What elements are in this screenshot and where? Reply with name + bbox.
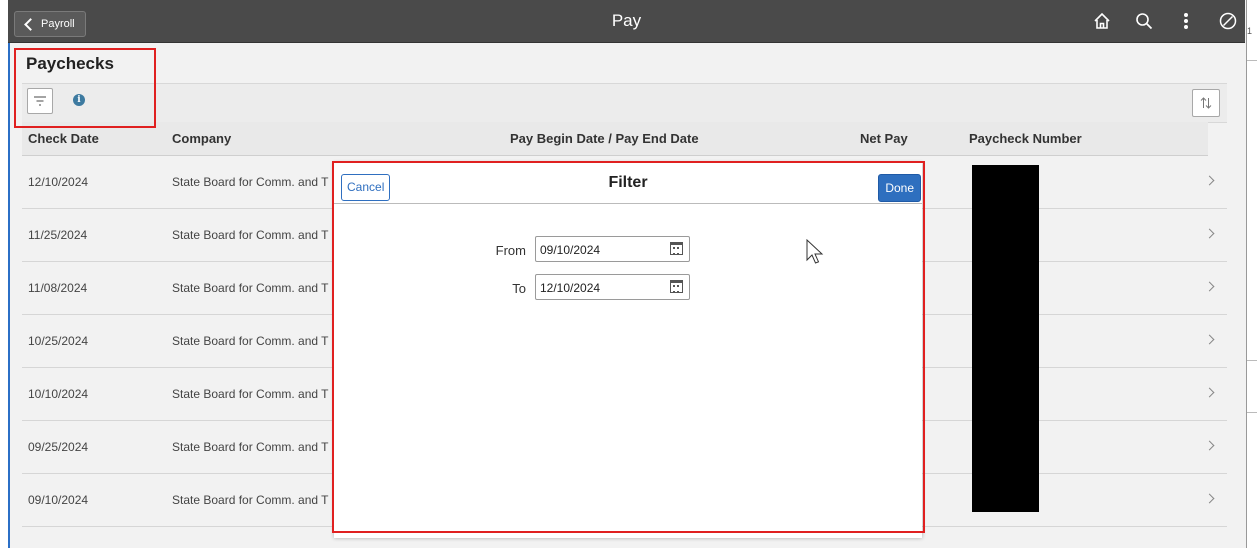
grid-header: Check Date Company Pay Begin Date / Pay … bbox=[22, 122, 1208, 156]
column-header-paycheck-number[interactable]: Paycheck Number bbox=[969, 131, 1082, 146]
chevron-right-icon bbox=[1204, 334, 1215, 345]
sort-icon bbox=[1200, 97, 1212, 109]
mouse-cursor-icon bbox=[806, 239, 824, 264]
grid-toolbar bbox=[22, 83, 1227, 123]
check-date-cell: 10/25/2024 bbox=[28, 334, 89, 348]
navbar-compass-icon[interactable] bbox=[1217, 10, 1239, 32]
chevron-right-icon bbox=[1204, 281, 1215, 292]
company-cell: State Board for Comm. and T bbox=[172, 493, 329, 507]
home-icon[interactable] bbox=[1091, 10, 1113, 32]
column-header-company[interactable]: Company bbox=[172, 131, 231, 146]
company-cell: State Board for Comm. and T bbox=[172, 281, 329, 295]
column-header-check-date[interactable]: Check Date bbox=[28, 131, 99, 146]
edge-divider bbox=[1247, 360, 1257, 361]
search-icon[interactable] bbox=[1133, 10, 1155, 32]
top-banner: Payroll Pay bbox=[8, 0, 1245, 43]
check-date-cell: 12/10/2024 bbox=[28, 175, 89, 189]
company-cell: State Board for Comm. and T bbox=[172, 334, 329, 348]
redacted-paycheck-numbers bbox=[972, 165, 1039, 512]
edge-mark: 1 bbox=[1247, 26, 1253, 36]
company-cell: State Board for Comm. and T bbox=[172, 228, 329, 242]
check-date-cell: 11/08/2024 bbox=[28, 281, 88, 295]
page-header-title: Pay bbox=[611, 11, 642, 30]
highlight-box bbox=[14, 48, 156, 128]
check-date-cell: 11/25/2024 bbox=[28, 228, 88, 242]
sort-button[interactable] bbox=[1192, 89, 1220, 117]
more-options-icon[interactable] bbox=[1175, 10, 1197, 32]
check-date-cell: 09/25/2024 bbox=[28, 440, 89, 454]
chevron-right-icon bbox=[1204, 228, 1215, 239]
check-date-cell: 10/10/2024 bbox=[28, 387, 89, 401]
company-cell: State Board for Comm. and T bbox=[172, 175, 329, 189]
chevron-right-icon bbox=[1204, 387, 1215, 398]
check-date-cell: 09/10/2024 bbox=[28, 493, 89, 507]
column-header-pay-period[interactable]: Pay Begin Date / Pay End Date bbox=[510, 131, 699, 146]
chevron-right-icon bbox=[1204, 175, 1215, 186]
chevron-right-icon bbox=[1204, 493, 1215, 504]
column-header-net-pay[interactable]: Net Pay bbox=[860, 131, 908, 146]
company-cell: State Board for Comm. and T bbox=[172, 440, 329, 454]
edge-divider bbox=[1247, 60, 1257, 61]
chevron-right-icon bbox=[1204, 440, 1215, 451]
highlight-box bbox=[332, 161, 925, 533]
edge-divider bbox=[1247, 412, 1257, 413]
company-cell: State Board for Comm. and T bbox=[172, 387, 329, 401]
